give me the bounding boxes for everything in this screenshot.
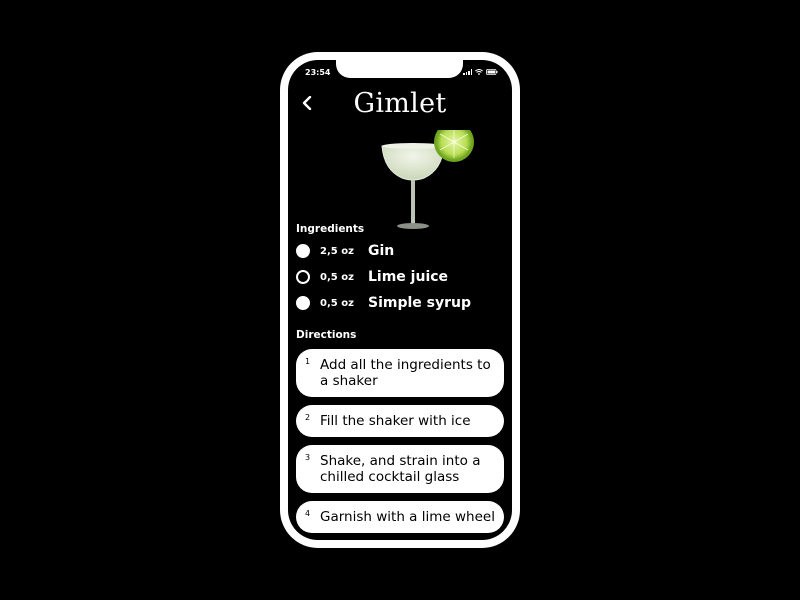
step-text: Shake, and strain into a chilled cocktai… (320, 453, 481, 485)
step-text: Garnish with a lime wheel (320, 509, 495, 525)
step-number: 1 (305, 357, 311, 366)
status-icons (463, 69, 498, 75)
notch (336, 60, 463, 78)
phone-frame: 23:54 Gimlet Ingredients 2,5 oz Gin 0,5 … (280, 52, 520, 548)
wifi-icon (475, 69, 483, 75)
cocktail-glass-image (381, 130, 474, 229)
directions-heading: Directions (296, 329, 357, 341)
step-number: 2 (305, 413, 311, 422)
direction-step: 1 Add all the ingredients to a shaker (296, 349, 504, 397)
ingredient-amount: 0,5 oz (320, 297, 354, 309)
battery-icon (486, 69, 498, 75)
step-number: 4 (305, 509, 311, 518)
direction-step: 3 Shake, and strain into a chilled cockt… (296, 445, 504, 493)
ingredient-name: Lime juice (368, 269, 449, 285)
status-time: 23:54 (305, 68, 331, 77)
ingredient-name: Gin (368, 243, 395, 259)
ingredient-amount: 0,5 oz (320, 271, 354, 283)
checkbox-checked-icon[interactable] (296, 244, 310, 258)
step-text: Fill the shaker with ice (320, 413, 471, 429)
ingredient-item-simple-syrup[interactable]: 0,5 oz Simple syrup (296, 293, 496, 313)
ingredient-name: Simple syrup (368, 295, 472, 311)
step-text: Add all the ingredients to a shaker (320, 357, 491, 389)
step-number: 3 (305, 453, 311, 462)
ingredient-amount: 2,5 oz (320, 245, 354, 257)
ingredient-item-lime-juice[interactable]: 0,5 oz Lime juice (296, 267, 496, 287)
ingredients-heading: Ingredients (296, 223, 365, 235)
checkbox-unchecked-icon[interactable] (296, 270, 310, 284)
stage: 23:54 Gimlet Ingredients 2,5 oz Gin 0,5 … (0, 0, 800, 600)
direction-step: 4 Garnish with a lime wheel (296, 501, 504, 533)
checkbox-checked-icon[interactable] (296, 296, 310, 310)
ingredient-item-gin[interactable]: 2,5 oz Gin (296, 241, 496, 261)
phone-screen: 23:54 Gimlet Ingredients 2,5 oz Gin 0,5 … (288, 60, 512, 540)
direction-step: 2 Fill the shaker with ice (296, 405, 504, 437)
signal-icon (463, 69, 472, 75)
page-title: Gimlet (353, 88, 447, 119)
